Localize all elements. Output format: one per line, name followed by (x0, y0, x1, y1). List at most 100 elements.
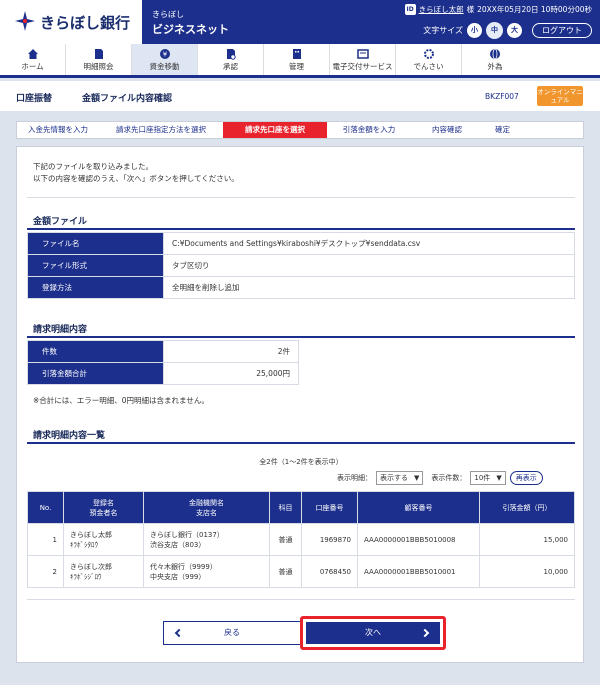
bank-name: きらぼし銀行 (40, 14, 131, 32)
per-page-select[interactable]: 10件 ▼ (470, 471, 506, 485)
approval-icon (226, 49, 236, 60)
row-label: 登録方法 (27, 276, 164, 299)
cell-reg-name: きらぼし次郎 (70, 562, 112, 571)
table-row: 2 きらぼし次郎 ｷﾗﾎﾞｼｼﾞﾛｳ 代々木銀行（9999） 中央支店（999）… (27, 555, 575, 588)
table-row: 1 きらぼし太郎 ｷﾗﾎﾞｼﾀﾛｳ きらぼし銀行（0137） 渋谷支店（803）… (27, 523, 575, 556)
intro-line-1: 下記のファイルを取り込みました。 (33, 162, 153, 171)
intro-line-2: 以下の内容を確認のうえ、「次へ」ボタンを押してください。 (33, 174, 239, 183)
table-row: ファイル名 C:¥Documents and Settings¥kirabosh… (27, 232, 575, 255)
list-filter-bar: 表示明細： 表示する ▼ 表示件数： 10件 ▼ 再表示 (337, 471, 543, 485)
yen-icon: ¥ (159, 49, 170, 59)
cell-type: 普通 (269, 523, 302, 556)
online-manual-button[interactable]: オンラインマニュアル (537, 86, 583, 106)
next-button-highlight: 次へ (300, 616, 446, 650)
step-4: 引落金額を入力 (342, 125, 396, 134)
nav-e-delivery[interactable]: 電子交付サービス (330, 44, 396, 75)
service-logo: きらぼし ビジネスネット (142, 0, 240, 44)
font-small-button[interactable]: 小 (467, 23, 482, 38)
nav-label: 資金移動 (149, 62, 180, 71)
back-button[interactable]: 戻る (163, 621, 301, 645)
user-icon: ID (404, 4, 416, 15)
result-count: 全2件（1～2件を表示中） (259, 458, 343, 466)
col-bank: 金融機関名 支店名 (143, 491, 270, 524)
step-2: 請求先口座指定方法を選択 (116, 125, 206, 134)
nav-transfer[interactable]: ¥ 資金移動 (132, 44, 198, 75)
redisplay-button[interactable]: 再表示 (509, 471, 543, 485)
font-size-label: 文字サイズ (423, 26, 463, 35)
nav-densai[interactable]: でんさい (396, 44, 462, 75)
summary-note: ※合計には、エラー明細、0円明細は含まれません。 (33, 396, 209, 405)
cell-registered-name: きらぼし次郎 ｷﾗﾎﾞｼｼﾞﾛｳ (63, 555, 144, 588)
back-button-label: 戻る (224, 628, 240, 637)
total-amount-value: 25,000円 (163, 362, 299, 385)
globe-icon (490, 48, 500, 60)
cell-registered-name: きらぼし太郎 ｷﾗﾎﾞｼﾀﾛｳ (63, 523, 144, 556)
font-medium-button[interactable]: 中 (486, 22, 503, 39)
cell-no: 1 (27, 523, 64, 556)
col-bank-line1: 金融機関名 (189, 498, 224, 507)
home-icon (27, 49, 38, 59)
nav-label: 管理 (289, 62, 304, 71)
nav-approval[interactable]: 承認 (198, 44, 264, 75)
progress-steps: 入金先情報を入力 請求先口座指定方法を選択 請求先口座を選択 引落金額を入力 内… (16, 121, 584, 139)
col-bank-line2: 支店名 (196, 508, 217, 517)
row-label: ファイル名 (27, 232, 164, 255)
cell-customer: AAA0000001BBB5010008 (357, 523, 480, 556)
title-bar: 口座振替 金額ファイル内容確認 BKZF007 オンラインマニュアル (0, 81, 600, 111)
star-logo-icon (15, 11, 35, 31)
col-type: 科目 (269, 491, 302, 524)
page-title: 金額ファイル内容確認 (82, 94, 173, 104)
filter-select-value: 表示する (380, 474, 408, 482)
cell-customer: AAA0000001BBB5010001 (357, 555, 480, 588)
nav-label: 外為 (487, 62, 503, 71)
filter-label: 表示明細： (337, 474, 372, 482)
billing-summary-table: 件数 2件 引落金額合計 25,000円 (27, 340, 299, 385)
chevron-right-icon (420, 628, 430, 638)
section-title-billing-list: 請求明細内容一覧 (33, 431, 106, 441)
next-button[interactable]: 次へ (306, 622, 440, 644)
section-title-billing-summary: 請求明細内容 (33, 325, 88, 335)
bank-logo[interactable]: きらぼし銀行 (0, 0, 142, 44)
cell-reg-name: きらぼし太郎 (70, 530, 112, 539)
cell-branch: 中央支店（999） (150, 572, 206, 581)
divider (27, 599, 575, 600)
font-large-button[interactable]: 大 (507, 23, 522, 38)
nav-forex[interactable]: 外為 (462, 44, 528, 75)
page-category: 口座振替 (16, 94, 53, 104)
col-registered-name-line1: 登録名 (93, 498, 114, 507)
per-page-select-value: 10件 (474, 474, 491, 482)
section-underline (27, 228, 575, 230)
service-logo-big: ビジネスネット (152, 23, 229, 36)
registration-method-value: 全明細を削除し追加 (163, 276, 575, 299)
cell-amount: 10,000 (479, 555, 575, 588)
cell-amount: 15,000 (479, 523, 575, 556)
nav-statement[interactable]: 明細照会 (66, 44, 132, 75)
user-name-link[interactable]: きらぼし太郎 (419, 4, 464, 15)
cell-account: 1969870 (301, 523, 358, 556)
section-underline (27, 336, 575, 338)
cell-type: 普通 (269, 555, 302, 588)
gear-icon (423, 49, 434, 59)
global-nav: ホーム 明細照会 ¥ 資金移動 承認 管理 電子交付サービス でんさい 外為 (0, 44, 600, 78)
header-user-area: ID きらぼし太郎 様 20XX年05月20日 10時00分00秒 文字サイズ … (240, 0, 600, 44)
next-button-label: 次へ (365, 628, 381, 637)
divider (27, 197, 575, 198)
step-3-current: 請求先口座を選択 (223, 122, 327, 138)
nav-label: でんさい (413, 62, 444, 71)
nav-admin[interactable]: 管理 (264, 44, 330, 75)
nav-home[interactable]: ホーム (0, 44, 66, 75)
per-page-label: 表示件数： (431, 474, 467, 482)
step-5: 内容確認 (432, 125, 462, 134)
filter-select[interactable]: 表示する ▼ (376, 471, 424, 485)
header: きらぼし銀行 きらぼし ビジネスネット ID きらぼし太郎 様 20XX年05月… (0, 0, 600, 44)
col-customer: 顧客番号 (357, 491, 480, 524)
svg-text:¥: ¥ (162, 51, 167, 59)
col-no: No. (27, 491, 64, 524)
user-honorific: 様 (466, 5, 475, 14)
row-label: 引落金額合計 (27, 362, 164, 385)
logout-button[interactable]: ログアウト (532, 23, 592, 38)
col-amount: 引落金額（円） (479, 491, 575, 524)
chevron-down-icon: ▼ (414, 474, 420, 482)
table-row: 引落金額合計 25,000円 (27, 362, 299, 385)
file-format-value: タブ区切り (163, 254, 575, 277)
